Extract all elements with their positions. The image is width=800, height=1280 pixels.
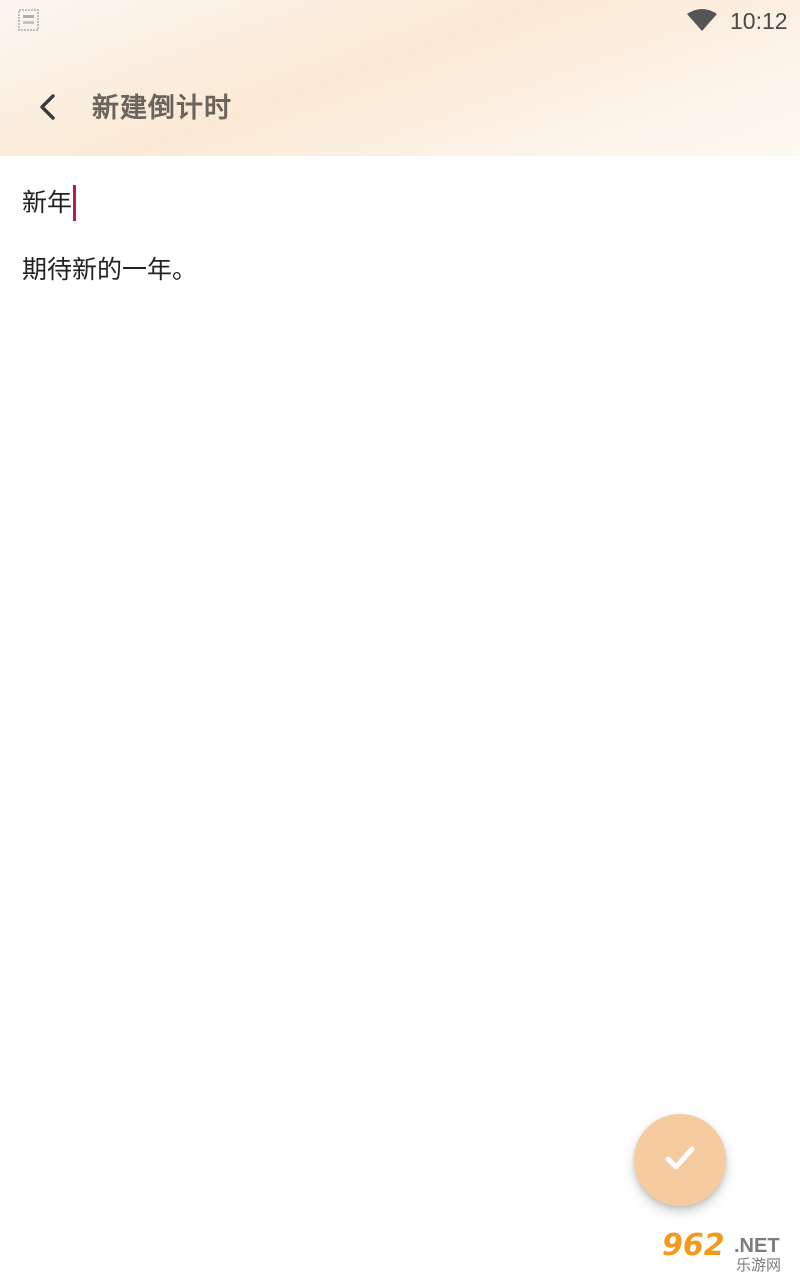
confirm-button[interactable]	[634, 1114, 726, 1206]
watermark-logo: 962 .NET 乐游网	[660, 1230, 796, 1276]
wifi-icon	[686, 8, 718, 32]
title-input-value: 新年	[22, 188, 73, 217]
watermark-number: 962	[662, 1228, 725, 1263]
title-input[interactable]: 新年	[22, 182, 778, 224]
back-button[interactable]	[24, 86, 70, 132]
back-arrow-icon	[35, 92, 59, 126]
status-bar: 10:12	[0, 0, 800, 42]
checkmark-icon	[665, 1145, 695, 1175]
watermark-site-name: 乐游网	[736, 1256, 782, 1274]
page-title: 新建倒计时	[92, 93, 232, 124]
status-time: 10:12	[730, 8, 788, 34]
description-input[interactable]: 期待新的一年。	[22, 248, 778, 292]
watermark-net: .NET	[734, 1235, 780, 1257]
notification-icon	[18, 8, 40, 32]
description-input-value: 期待新的一年。	[22, 255, 198, 284]
text-cursor	[73, 185, 77, 221]
countdown-create-screen: 10:12 新建倒计时 新年 期待新的一年。 962 .NET 乐游网	[0, 0, 800, 1280]
